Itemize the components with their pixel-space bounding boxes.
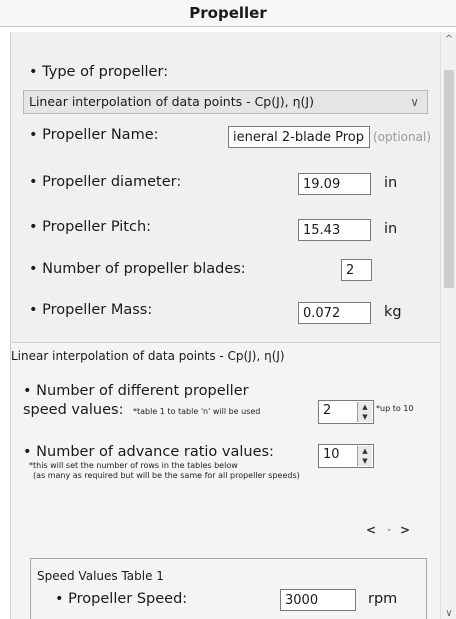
- vertical-scrollbar[interactable]: ^ ∨: [440, 32, 456, 619]
- propeller-name-label: • Propeller Name:: [29, 127, 159, 143]
- scroll-thumb[interactable]: [444, 70, 454, 288]
- propeller-pitch-input[interactable]: 15.43: [298, 219, 371, 241]
- propeller-speed-unit: rpm: [368, 591, 398, 607]
- propeller-blades-input[interactable]: 2: [341, 259, 372, 281]
- propeller-panel: • Type of propeller: Linear interpolatio…: [10, 32, 441, 619]
- speed-values-hint: *up to 10: [376, 404, 414, 413]
- propeller-pitch-unit: in: [384, 221, 398, 237]
- propeller-name-hint: (optional): [373, 130, 431, 144]
- section-title: Linear interpolation of data points - Cp…: [11, 349, 285, 363]
- panel-header: Propeller: [0, 0, 456, 27]
- advance-ratio-label: • Number of advance ratio values:: [23, 444, 274, 460]
- speed-values-stepper[interactable]: 2 ▲ ▼: [318, 400, 374, 424]
- advance-ratio-stepper[interactable]: 10 ▲ ▼: [318, 444, 374, 468]
- speed-values-note: *table 1 to table 'n' will be used: [133, 407, 261, 416]
- advance-ratio-note-2: (as many as required but will be the sam…: [33, 471, 300, 480]
- scroll-up-icon[interactable]: ^: [441, 34, 456, 45]
- propeller-diameter-label: • Propeller diameter:: [29, 174, 182, 190]
- spin-down-icon[interactable]: ▼: [358, 456, 372, 466]
- type-of-propeller-label: • Type of propeller:: [29, 64, 169, 80]
- propeller-type-value: Linear interpolation of data points - Cp…: [29, 94, 314, 109]
- propeller-diameter-input[interactable]: 19.09: [298, 173, 371, 195]
- speed-values-value: 2: [323, 403, 332, 418]
- scroll-down-icon[interactable]: ∨: [441, 608, 456, 619]
- propeller-type-select[interactable]: Linear interpolation of data points - Cp…: [23, 90, 428, 114]
- propeller-diameter-unit: in: [384, 175, 398, 191]
- advance-ratio-note-1: *this will set the number of rows in the…: [29, 461, 238, 470]
- spin-buttons[interactable]: ▲ ▼: [357, 402, 372, 422]
- speed-values-label-line1: • Number of different propeller: [23, 383, 249, 399]
- nav-separator-dot: ·: [387, 523, 392, 537]
- speed-values-label-line2: speed values:: [23, 402, 124, 418]
- table-next-button[interactable]: >: [400, 523, 410, 537]
- spin-up-icon[interactable]: ▲: [358, 402, 372, 412]
- propeller-speed-input[interactable]: 3000: [280, 589, 356, 611]
- propeller-mass-unit: kg: [384, 304, 402, 320]
- speed-values-table: Speed Values Table 1 • Propeller Speed: …: [30, 558, 427, 619]
- spin-buttons[interactable]: ▲ ▼: [357, 446, 372, 466]
- table-title: Speed Values Table 1: [37, 569, 164, 583]
- propeller-pitch-label: • Propeller Pitch:: [29, 219, 152, 235]
- propeller-speed-label: • Propeller Speed:: [55, 591, 188, 607]
- spin-up-icon[interactable]: ▲: [358, 446, 372, 456]
- propeller-name-input[interactable]: ieneral 2-blade Prop: [228, 126, 370, 148]
- advance-ratio-value: 10: [323, 447, 340, 462]
- spin-down-icon[interactable]: ▼: [358, 412, 372, 422]
- panel-title: Propeller: [189, 4, 267, 22]
- propeller-mass-input[interactable]: 0.072: [298, 302, 371, 324]
- table-prev-button[interactable]: <: [366, 523, 376, 537]
- propeller-mass-label: • Propeller Mass:: [29, 302, 153, 318]
- chevron-down-icon: ∨: [410, 95, 419, 109]
- propeller-blades-label: • Number of propeller blades:: [29, 261, 246, 277]
